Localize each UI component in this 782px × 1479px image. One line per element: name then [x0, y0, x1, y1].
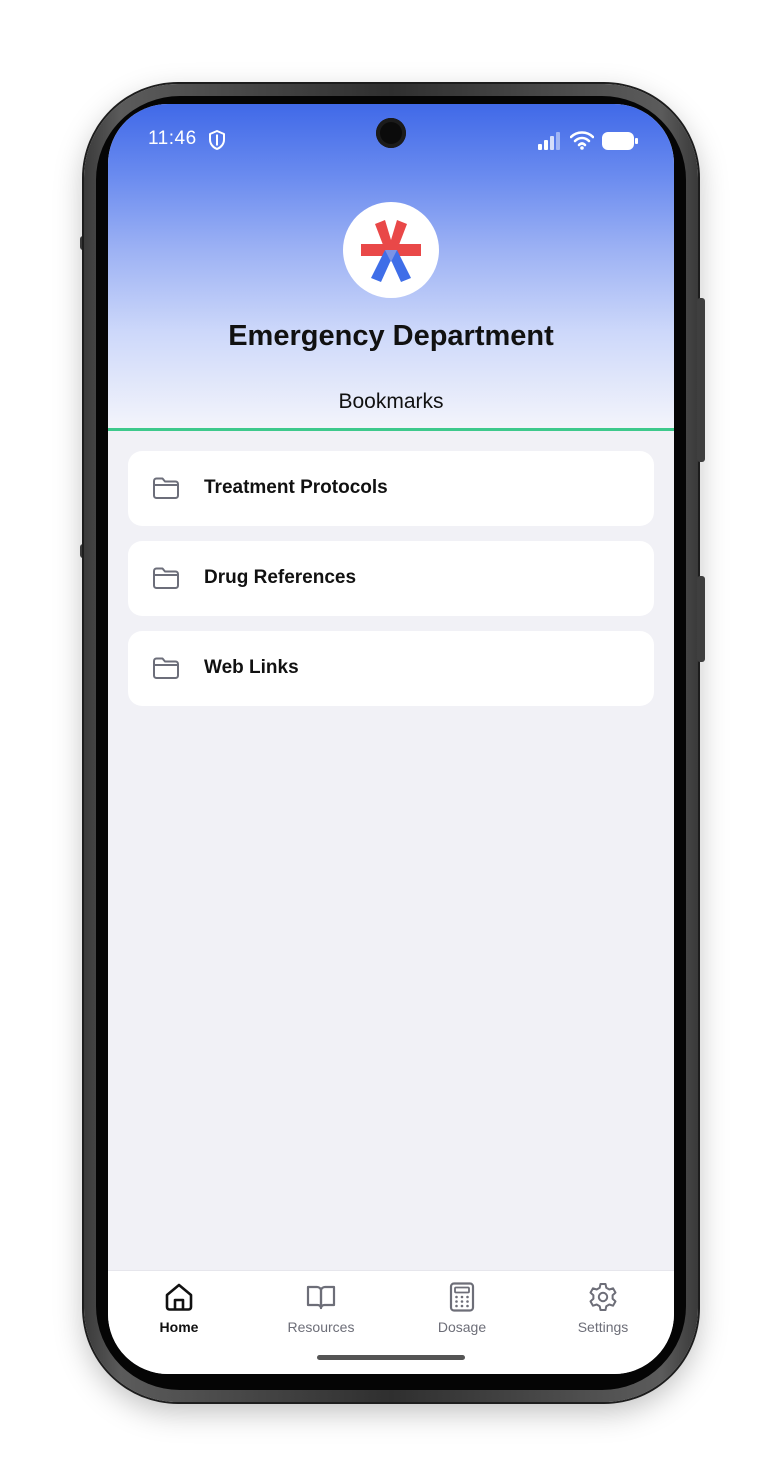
nav-settings[interactable]: Settings: [543, 1281, 663, 1345]
calculator-icon: [449, 1282, 475, 1312]
home-icon: [165, 1283, 193, 1311]
nav-dosage[interactable]: Dosage: [402, 1281, 522, 1345]
nav-label: Dosage: [437, 1319, 487, 1335]
page-title: Emergency Department: [228, 320, 554, 352]
battery-icon: [602, 132, 638, 150]
bottom-navigation: Home Resources Dosage Settings: [108, 1270, 674, 1374]
star-of-life-logo-icon: [361, 220, 421, 282]
power-button: [697, 298, 705, 462]
nav-label: Settings: [577, 1319, 629, 1335]
header: 11:46 Emergency Department Bookmarks: [108, 104, 674, 432]
home-indicator[interactable]: [317, 1355, 465, 1360]
nav-home[interactable]: Home: [119, 1281, 239, 1345]
tab-active-indicator: [108, 428, 674, 431]
shield-icon: [209, 130, 225, 150]
nav-resources[interactable]: Resources: [261, 1281, 381, 1345]
folder-icon: [153, 567, 179, 589]
folder-icon: [153, 657, 179, 679]
nav-label: Home: [159, 1319, 199, 1335]
bookmark-folder-drug-references[interactable]: Drug References: [128, 541, 654, 616]
bookmark-list: Treatment Protocols Drug References Web …: [128, 451, 654, 721]
gear-icon: [589, 1283, 617, 1311]
list-item-label: Treatment Protocols: [204, 477, 388, 498]
status-time: 11:46: [148, 128, 197, 149]
volume-button: [697, 576, 705, 662]
folder-icon: [153, 477, 179, 499]
list-item-label: Drug References: [204, 567, 357, 588]
bookmark-folder-treatment-protocols[interactable]: Treatment Protocols: [128, 451, 654, 526]
app-logo: [343, 202, 439, 298]
tab-bar: Bookmarks: [108, 382, 674, 432]
status-bar: 11:46: [108, 104, 674, 176]
nav-label: Resources: [287, 1319, 355, 1335]
screen: 11:46 Emergency Department Bookmarks Tre…: [108, 104, 674, 1374]
signal-icon: [538, 132, 560, 150]
device-stage: 11:46 Emergency Department Bookmarks Tre…: [0, 0, 782, 1479]
book-icon: [306, 1285, 336, 1310]
list-item-label: Web Links: [204, 657, 299, 678]
front-camera-icon: [376, 118, 406, 148]
bookmark-folder-web-links[interactable]: Web Links: [128, 631, 654, 706]
tab-bookmarks[interactable]: Bookmarks: [108, 390, 674, 414]
wifi-icon: [570, 131, 594, 150]
